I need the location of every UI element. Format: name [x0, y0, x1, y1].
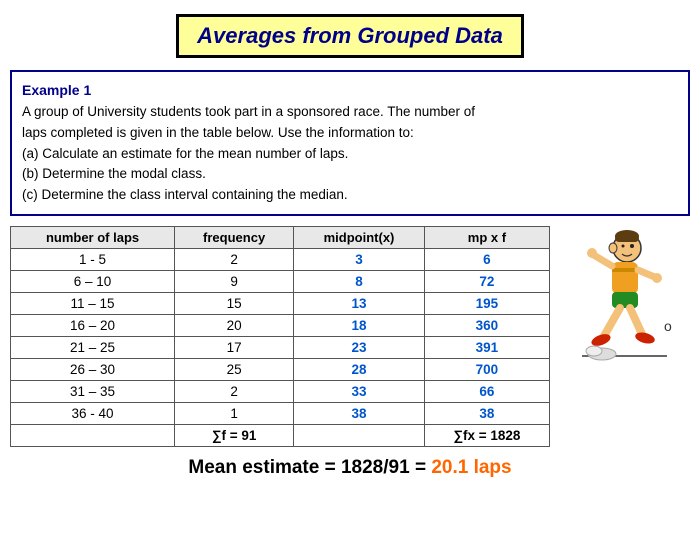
col-freq-header: frequency — [175, 227, 294, 249]
table-row: 11 – 151513195 — [11, 293, 550, 315]
cell-midpoint: 3 — [294, 249, 425, 271]
example-text5: (c) Determine the class interval contain… — [22, 185, 678, 206]
table-header-row: number of laps frequency midpoint(x) mp … — [11, 227, 550, 249]
table-row: 31 – 3523366 — [11, 381, 550, 403]
cell-freq: 1 — [175, 403, 294, 425]
cell-laps: 21 – 25 — [11, 337, 175, 359]
col-laps-header: number of laps — [11, 227, 175, 249]
example-text2: laps completed is given in the table bel… — [22, 123, 678, 144]
cell-freq: 2 — [175, 381, 294, 403]
cell-mpf: 72 — [424, 271, 549, 293]
table-row: 21 – 251723391 — [11, 337, 550, 359]
cell-mpf: 700 — [424, 359, 549, 381]
cell-mpf: 195 — [424, 293, 549, 315]
cell-mpf: 6 — [424, 249, 549, 271]
cell-laps: 11 – 15 — [11, 293, 175, 315]
data-table: number of laps frequency midpoint(x) mp … — [10, 226, 550, 447]
mean-estimate-value: 20.1 laps — [431, 457, 511, 478]
mean-estimate-line: Mean estimate = 1828/91 = 20.1 laps — [0, 457, 700, 479]
cell-midpoint: 33 — [294, 381, 425, 403]
mean-estimate-prefix: Mean estimate = 1828/91 = — [188, 457, 431, 478]
table-area: number of laps frequency midpoint(x) mp … — [10, 226, 690, 447]
example-text3: (a) Calculate an estimate for the mean n… — [22, 144, 678, 165]
cell-midpoint: 8 — [294, 271, 425, 293]
cell-midpoint: 13 — [294, 293, 425, 315]
page-title: Averages from Grouped Data — [176, 14, 524, 58]
table-row: 36 - 4013838 — [11, 403, 550, 425]
col-mpf-header: mp x f — [424, 227, 549, 249]
cell-mpf: 391 — [424, 337, 549, 359]
cell-laps: 16 – 20 — [11, 315, 175, 337]
cell-freq: 2 — [175, 249, 294, 271]
title-container: Averages from Grouped Data — [0, 14, 700, 58]
example-text4: (b) Determine the modal class. — [22, 164, 678, 185]
col-mid-header: midpoint(x) — [294, 227, 425, 249]
cell-midpoint: 18 — [294, 315, 425, 337]
svg-text:o: o — [664, 318, 672, 334]
cell-midpoint: 38 — [294, 403, 425, 425]
example-label: Example 1 — [22, 80, 678, 102]
runner-illustration: o — [552, 226, 682, 386]
cell-mpf: 360 — [424, 315, 549, 337]
example-text1: A group of University students took part… — [22, 102, 678, 123]
cell-freq: 15 — [175, 293, 294, 315]
sum-mpf: ∑fx = 1828 — [424, 425, 549, 447]
table-row: 6 – 109872 — [11, 271, 550, 293]
table-row: 16 – 202018360 — [11, 315, 550, 337]
sum-freq: ∑f = 91 — [175, 425, 294, 447]
cell-mpf: 66 — [424, 381, 549, 403]
cell-mpf: 38 — [424, 403, 549, 425]
example-box: Example 1 A group of University students… — [10, 70, 690, 216]
cell-freq: 20 — [175, 315, 294, 337]
sum-empty1 — [11, 425, 175, 447]
cell-midpoint: 28 — [294, 359, 425, 381]
cell-freq: 9 — [175, 271, 294, 293]
cell-freq: 25 — [175, 359, 294, 381]
cell-laps: 6 – 10 — [11, 271, 175, 293]
cell-laps: 31 – 35 — [11, 381, 175, 403]
table-row: 26 – 302528700 — [11, 359, 550, 381]
cell-laps: 26 – 30 — [11, 359, 175, 381]
table-row: 1 - 5236 — [11, 249, 550, 271]
cell-midpoint: 23 — [294, 337, 425, 359]
sum-empty2 — [294, 425, 425, 447]
table-sum-row: ∑f = 91 ∑fx = 1828 — [11, 425, 550, 447]
cell-laps: 1 - 5 — [11, 249, 175, 271]
cell-laps: 36 - 40 — [11, 403, 175, 425]
cell-freq: 17 — [175, 337, 294, 359]
